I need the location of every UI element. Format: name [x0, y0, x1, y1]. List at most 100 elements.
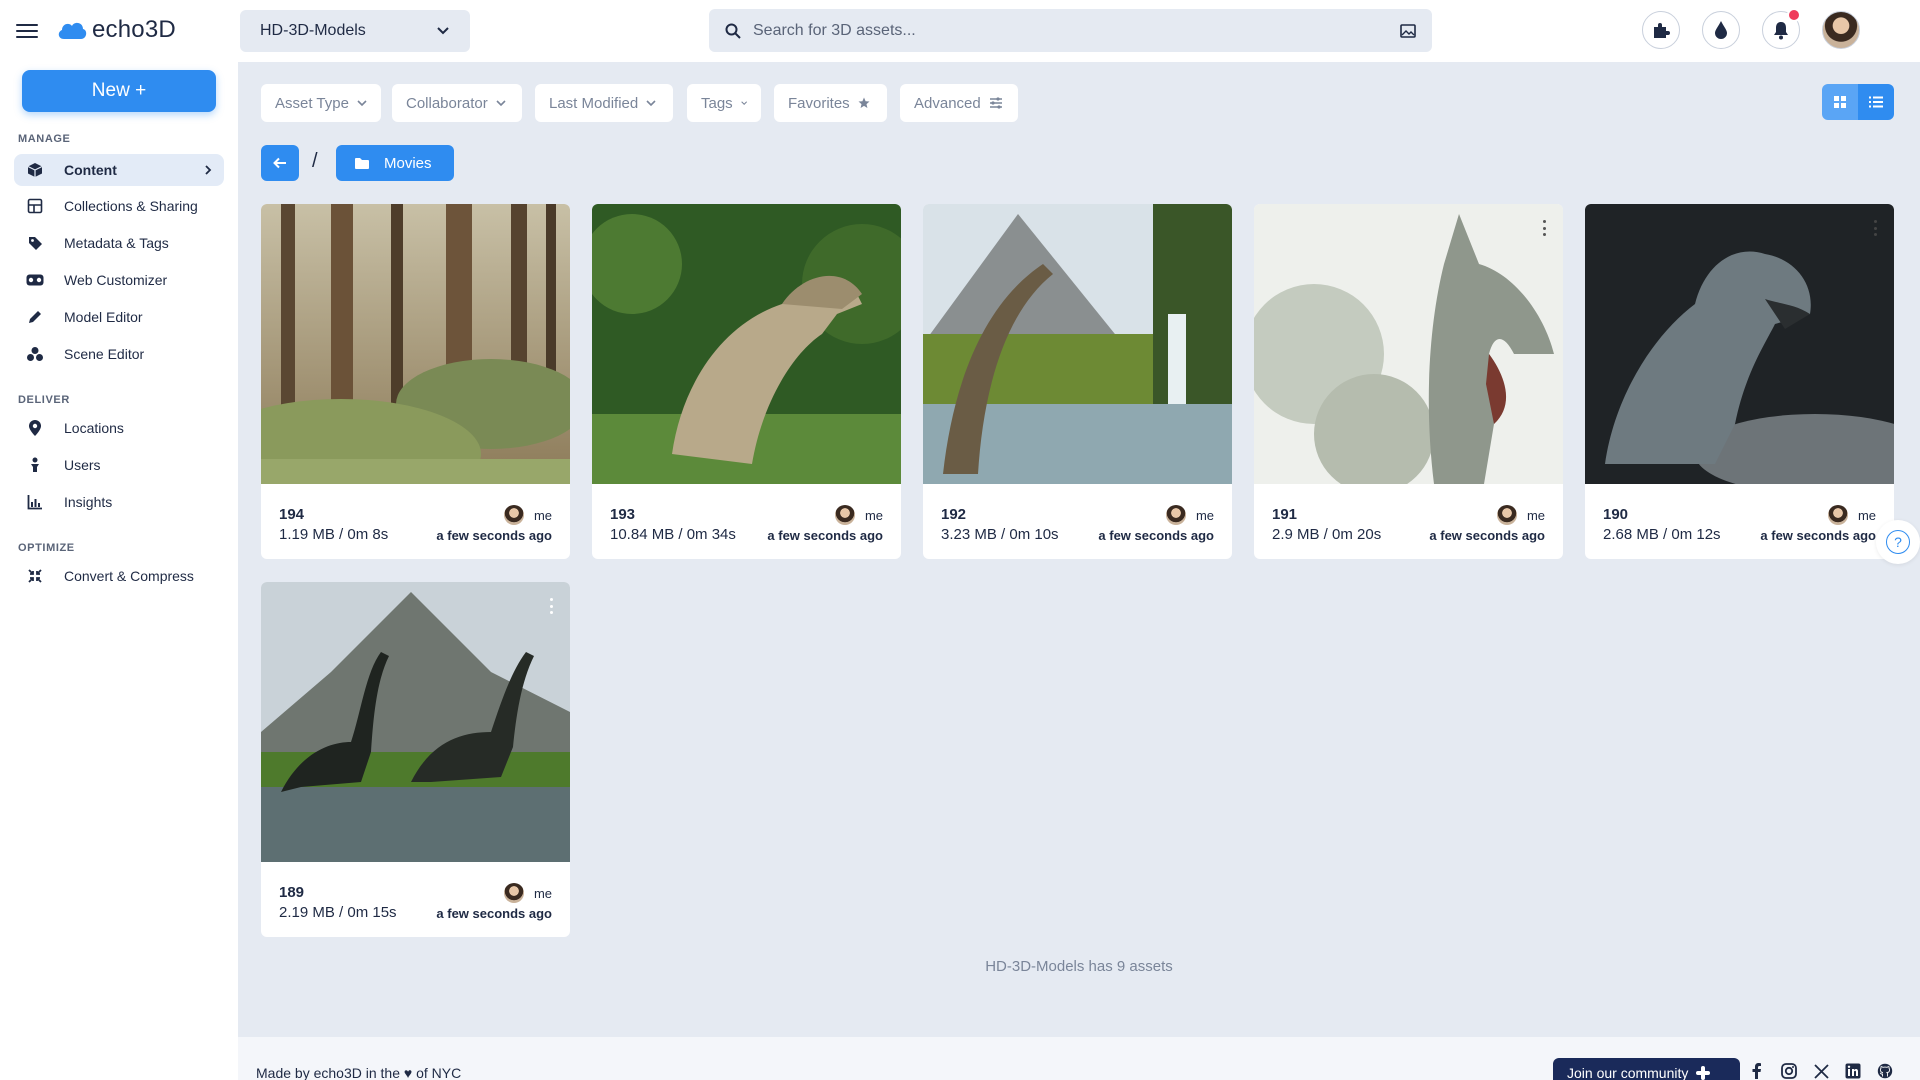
owner-avatar [503, 883, 524, 903]
sidebar-item-label: Collections & Sharing [64, 198, 198, 214]
grid-view-button[interactable] [1822, 84, 1858, 120]
sidebar-item-locations[interactable]: Locations [14, 412, 224, 444]
asset-card[interactable]: 192 3.23 MB / 0m 10s me a few seconds ag… [923, 204, 1232, 559]
asset-thumbnail [261, 582, 570, 862]
sidebar: New + MANAGE Content Collections & Shari… [0, 62, 238, 1080]
main-content: Asset Type Collaborator Last Modified Ta… [238, 62, 1920, 1037]
menu-icon[interactable] [16, 20, 38, 40]
breadcrumb-folder[interactable]: Movies [336, 145, 454, 181]
asset-time: a few seconds ago [436, 906, 552, 921]
new-button[interactable]: New + [22, 70, 216, 112]
x-icon[interactable] [1812, 1062, 1830, 1080]
section-manage: MANAGE [18, 133, 71, 145]
sidebar-item-label: Content [64, 162, 117, 178]
chevron-down-icon [437, 27, 449, 35]
list-view-button[interactable] [1858, 84, 1894, 120]
filter-last-modified[interactable]: Last Modified [535, 84, 673, 122]
chevron-down-icon [740, 101, 747, 105]
sidebar-item-label: Convert & Compress [64, 568, 194, 584]
asset-thumbnail [1254, 204, 1563, 484]
search-icon [725, 23, 741, 39]
chevron-down-icon [646, 100, 656, 107]
drop-icon [1715, 21, 1727, 39]
asset-time: a few seconds ago [1760, 528, 1876, 543]
sliders-icon [989, 97, 1002, 109]
folder-name: Movies [384, 154, 432, 172]
filter-asset-type[interactable]: Asset Type [261, 84, 381, 122]
cube-icon [26, 161, 44, 179]
view-toggle [1822, 84, 1894, 120]
sidebar-item-model-editor[interactable]: Model Editor [14, 301, 224, 333]
search-input[interactable] [753, 21, 1400, 40]
asset-time: a few seconds ago [1429, 528, 1545, 543]
linkedin-icon[interactable] [1844, 1062, 1862, 1080]
asset-card[interactable]: 190 2.68 MB / 0m 12s me a few seconds ag… [1585, 204, 1894, 559]
compress-icon [26, 567, 44, 585]
asset-time: a few seconds ago [767, 528, 883, 543]
owner-name: me [864, 507, 883, 523]
project-name: HD-3D-Models [260, 22, 366, 39]
facebook-icon[interactable] [1748, 1062, 1766, 1080]
back-button[interactable] [261, 145, 299, 181]
asset-meta: 2.19 MB / 0m 15s [279, 904, 397, 921]
owner-name: me [533, 507, 552, 523]
owner-avatar [503, 505, 524, 525]
chevron-down-icon [496, 100, 506, 107]
filter-label: Collaborator [406, 94, 488, 112]
filter-favorites[interactable]: Favorites [774, 84, 887, 122]
more-options-icon[interactable] [550, 598, 554, 614]
sidebar-item-metadata[interactable]: Metadata & Tags [14, 227, 224, 259]
folder-icon [355, 157, 369, 169]
asset-thumbnail [592, 204, 901, 484]
asset-owner: me [1827, 505, 1876, 525]
filter-tags[interactable]: Tags [687, 84, 761, 122]
grid-icon [26, 197, 44, 215]
breadcrumb-separator: / [312, 150, 318, 172]
pin-icon [26, 419, 44, 437]
image-search-icon[interactable] [1400, 23, 1416, 38]
notifications-button[interactable] [1762, 8, 1801, 49]
sidebar-item-collections[interactable]: Collections & Sharing [14, 190, 224, 222]
asset-card[interactable]: 189 2.19 MB / 0m 15s me a few seconds ag… [261, 582, 570, 937]
sidebar-item-convert[interactable]: Convert & Compress [14, 560, 224, 592]
owner-avatar [1827, 505, 1848, 525]
filter-advanced[interactable]: Advanced [900, 84, 1018, 122]
asset-name: 190 [1603, 506, 1629, 523]
app-name: echo3D [92, 16, 176, 43]
asset-card[interactable]: 191 2.9 MB / 0m 20s me a few seconds ago [1254, 204, 1563, 559]
project-select[interactable]: HD-3D-Models [240, 10, 470, 52]
help-button[interactable]: ? [1876, 520, 1920, 564]
asset-count: HD-3D-Models has 9 assets [985, 958, 1173, 975]
owner-name: me [1526, 507, 1545, 523]
instagram-icon[interactable] [1780, 1062, 1798, 1080]
more-options-icon[interactable] [1543, 220, 1547, 236]
owner-name: me [1857, 507, 1876, 523]
search-bar [709, 9, 1432, 52]
filter-collaborator[interactable]: Collaborator [392, 84, 522, 122]
asset-time: a few seconds ago [1098, 528, 1214, 543]
github-icon[interactable] [1876, 1062, 1894, 1080]
sidebar-item-web-customizer[interactable]: Web Customizer [14, 264, 224, 296]
asset-card[interactable]: 193 10.84 MB / 0m 34s me a few seconds a… [592, 204, 901, 559]
sidebar-item-content[interactable]: Content [14, 154, 224, 186]
theme-button[interactable] [1702, 11, 1740, 49]
asset-card[interactable]: 194 1.19 MB / 0m 8s me a few seconds ago [261, 204, 570, 559]
owner-name: me [533, 885, 552, 901]
grid-view-icon [1834, 96, 1846, 108]
integrations-button[interactable] [1642, 11, 1680, 49]
asset-owner: me [1165, 505, 1214, 525]
user-avatar[interactable] [1822, 11, 1860, 49]
community-label: Join our community [1567, 1065, 1689, 1080]
asset-name: 192 [941, 506, 967, 523]
sidebar-item-label: Metadata & Tags [64, 235, 169, 251]
more-options-icon[interactable] [1874, 220, 1878, 236]
join-community-button[interactable]: Join our community [1553, 1058, 1740, 1080]
filter-label: Tags [701, 94, 733, 112]
owner-avatar [834, 505, 855, 525]
asset-owner: me [1496, 505, 1545, 525]
pencil-icon [26, 308, 44, 326]
sidebar-item-users[interactable]: Users [14, 449, 224, 481]
app-logo[interactable]: echo3D [56, 16, 176, 44]
sidebar-item-insights[interactable]: Insights [14, 486, 224, 518]
sidebar-item-scene-editor[interactable]: Scene Editor [14, 338, 224, 370]
